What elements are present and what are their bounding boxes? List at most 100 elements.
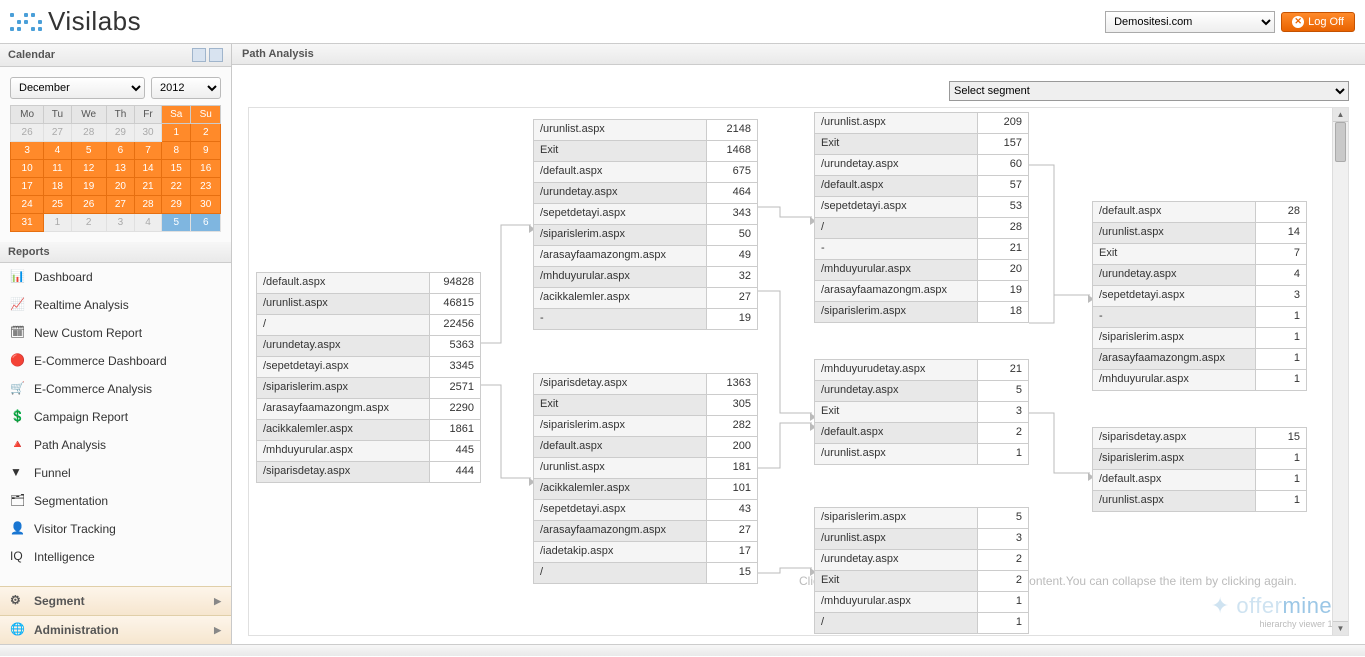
path-row[interactable]: /urunlist.aspx14 — [1092, 222, 1307, 244]
path-row[interactable]: /acikkalemler.aspx1861 — [256, 419, 481, 441]
path-row[interactable]: /sepetdetayi.aspx343 — [533, 203, 758, 225]
month-select[interactable]: December — [10, 77, 145, 99]
path-row[interactable]: /siparislerim.aspx5 — [814, 507, 1029, 529]
year-select[interactable]: 2012 — [151, 77, 221, 99]
path-row[interactable]: /urundetay.aspx5 — [814, 380, 1029, 402]
path-row[interactable]: /urunlist.aspx2148 — [533, 119, 758, 141]
path-row[interactable]: /default.aspx1 — [1092, 469, 1307, 491]
path-row[interactable]: /arasayfaamazongm.aspx1 — [1092, 348, 1307, 370]
sidebar-item[interactable]: 🔺Path Analysis — [0, 431, 231, 459]
path-row[interactable]: /siparislerim.aspx50 — [533, 224, 758, 246]
path-row[interactable]: /default.aspx2 — [814, 422, 1029, 444]
sidebar-item[interactable]: 🗂Segmentation — [0, 487, 231, 515]
path-row[interactable]: /arasayfaamazongm.aspx27 — [533, 520, 758, 542]
path-row[interactable]: Exit305 — [533, 394, 758, 416]
path-label: - — [815, 239, 978, 259]
site-select[interactable]: Demositesi.com — [1105, 11, 1275, 33]
path-row[interactable]: /mhduyurular.aspx32 — [533, 266, 758, 288]
path-row[interactable]: /urundetay.aspx464 — [533, 182, 758, 204]
calendar-toggle-icon-2[interactable] — [209, 48, 223, 62]
path-row[interactable]: /default.aspx675 — [533, 161, 758, 183]
path-row[interactable]: /siparisdetay.aspx15 — [1092, 427, 1307, 449]
sidebar-item[interactable]: 📈Realtime Analysis — [0, 291, 231, 319]
sidebar-item[interactable]: 💲Campaign Report — [0, 403, 231, 431]
path-value: 5363 — [430, 336, 480, 356]
path-row[interactable]: /mhduyurudetay.aspx21 — [814, 359, 1029, 381]
path-row[interactable]: /urundetay.aspx4 — [1092, 264, 1307, 286]
sidebar-item[interactable]: IQIntelligence — [0, 543, 231, 571]
path-row[interactable]: /default.aspx57 — [814, 175, 1029, 197]
path-row[interactable]: Exit3 — [814, 401, 1029, 423]
path-node-list: /siparisdetay.aspx15/siparislerim.aspx1/… — [1092, 428, 1307, 512]
path-row[interactable]: /15 — [533, 562, 758, 584]
sidebar-item[interactable]: 📊Dashboard — [0, 263, 231, 291]
path-row[interactable]: /22456 — [256, 314, 481, 336]
item-icon: 🌐 — [10, 622, 26, 638]
path-row[interactable]: /sepetdetayi.aspx3 — [1092, 285, 1307, 307]
segment-select[interactable]: Select segment — [949, 81, 1349, 101]
calendar-toggle-icon[interactable] — [192, 48, 206, 62]
brand-text: Visilabs — [48, 6, 141, 37]
path-label: /urunlist.aspx — [534, 120, 707, 140]
path-row[interactable]: Exit1468 — [533, 140, 758, 162]
path-row[interactable]: /mhduyurular.aspx20 — [814, 259, 1029, 281]
path-row[interactable]: /acikkalemler.aspx27 — [533, 287, 758, 309]
path-row[interactable]: /1 — [814, 612, 1029, 634]
path-row[interactable]: /acikkalemler.aspx101 — [533, 478, 758, 500]
path-label: /default.aspx — [815, 423, 978, 443]
sidebar-bottom-item[interactable]: ⚙Segment▶ — [0, 586, 231, 615]
path-row[interactable]: /siparisdetay.aspx1363 — [533, 373, 758, 395]
report-label: Campaign Report — [34, 410, 128, 424]
path-row[interactable]: /urunlist.aspx3 — [814, 528, 1029, 550]
path-row[interactable]: /urundetay.aspx5363 — [256, 335, 481, 357]
path-row[interactable]: /sepetdetayi.aspx53 — [814, 196, 1029, 218]
path-row[interactable]: /urunlist.aspx181 — [533, 457, 758, 479]
path-row[interactable]: /arasayfaamazongm.aspx2290 — [256, 398, 481, 420]
path-row[interactable]: Exit2 — [814, 570, 1029, 592]
path-row[interactable]: /siparislerim.aspx282 — [533, 415, 758, 437]
path-label: / — [257, 315, 430, 335]
path-row[interactable]: /siparislerim.aspx1 — [1092, 327, 1307, 349]
path-row[interactable]: /sepetdetayi.aspx43 — [533, 499, 758, 521]
reports-title: Reports — [8, 246, 50, 258]
path-row[interactable]: /arasayfaamazongm.aspx49 — [533, 245, 758, 267]
path-row[interactable]: /urunlist.aspx209 — [814, 112, 1029, 134]
path-row[interactable]: /siparislerim.aspx2571 — [256, 377, 481, 399]
path-row[interactable]: -1 — [1092, 306, 1307, 328]
path-row[interactable]: /iadetakip.aspx17 — [533, 541, 758, 563]
path-row[interactable]: /urunlist.aspx1 — [1092, 490, 1307, 512]
canvas-scroll-v[interactable]: ▲ ▼ — [1332, 108, 1348, 635]
path-row[interactable]: /urundetay.aspx2 — [814, 549, 1029, 571]
path-row[interactable]: /mhduyurular.aspx1 — [1092, 369, 1307, 391]
sidebar-item[interactable]: 🔴E-Commerce Dashboard — [0, 347, 231, 375]
path-row[interactable]: /urunlist.aspx46815 — [256, 293, 481, 315]
path-row[interactable]: /urundetay.aspx60 — [814, 154, 1029, 176]
path-row[interactable]: Exit7 — [1092, 243, 1307, 265]
path-row[interactable]: -19 — [533, 308, 758, 330]
path-node-list: /default.aspx28/urunlist.aspx14Exit7/uru… — [1092, 202, 1307, 391]
path-row[interactable]: Exit157 — [814, 133, 1029, 155]
sidebar-item[interactable]: 🛒E-Commerce Analysis — [0, 375, 231, 403]
path-row[interactable]: /mhduyurular.aspx445 — [256, 440, 481, 462]
path-label: / — [534, 563, 707, 583]
item-label: Administration — [34, 623, 119, 637]
sidebar-item[interactable]: 🗓New Custom Report — [0, 319, 231, 347]
path-row[interactable]: /default.aspx200 — [533, 436, 758, 458]
logoff-button[interactable]: ✕ Log Off — [1281, 12, 1355, 32]
path-label: Exit — [534, 395, 707, 415]
path-row[interactable]: /28 — [814, 217, 1029, 239]
path-row[interactable]: /sepetdetayi.aspx3345 — [256, 356, 481, 378]
sidebar-item[interactable]: 👤Visitor Tracking — [0, 515, 231, 543]
path-row[interactable]: /default.aspx28 — [1092, 201, 1307, 223]
path-row[interactable]: /siparislerim.aspx1 — [1092, 448, 1307, 470]
sidebar-item[interactable]: ▼Funnel — [0, 459, 231, 487]
dow: Th — [106, 106, 134, 124]
path-row[interactable]: -21 — [814, 238, 1029, 260]
path-row[interactable]: /siparisdetay.aspx444 — [256, 461, 481, 483]
sidebar-bottom-item[interactable]: 🌐Administration▶ — [0, 615, 231, 644]
path-row[interactable]: /mhduyurular.aspx1 — [814, 591, 1029, 613]
path-row[interactable]: /arasayfaamazongm.aspx19 — [814, 280, 1029, 302]
path-row[interactable]: /urunlist.aspx1 — [814, 443, 1029, 465]
path-row[interactable]: /default.aspx94828 — [256, 272, 481, 294]
path-row[interactable]: /siparislerim.aspx18 — [814, 301, 1029, 323]
